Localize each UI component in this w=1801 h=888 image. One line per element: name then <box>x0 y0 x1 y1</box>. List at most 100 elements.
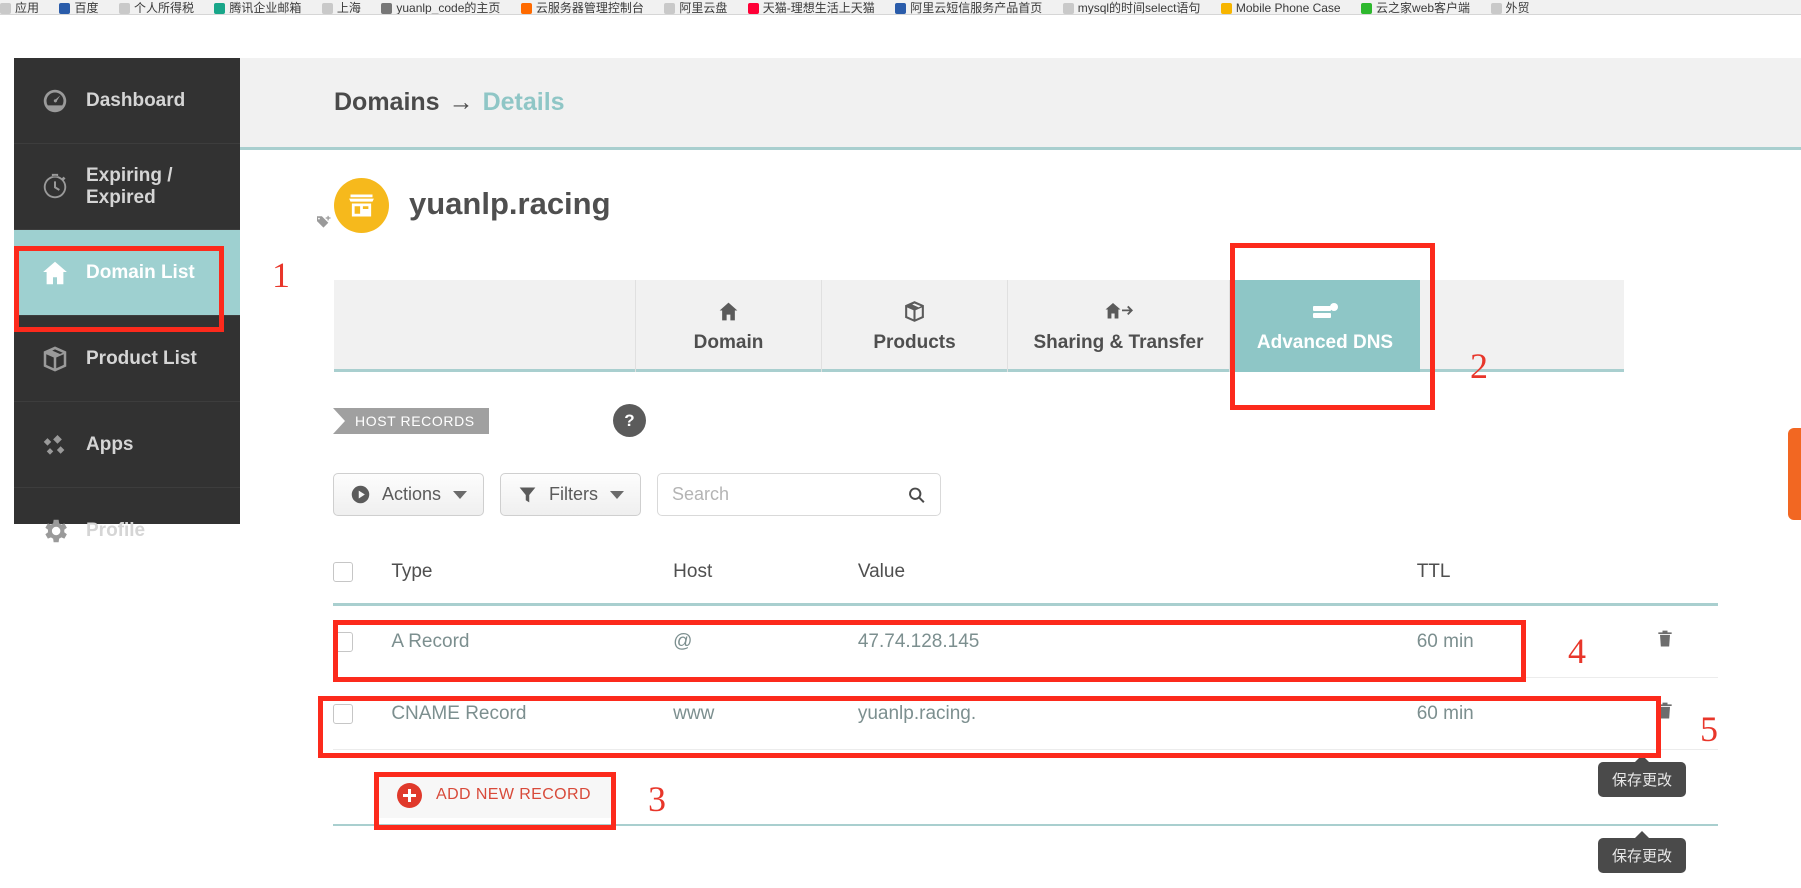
browser-bookmarks-bar: 应用 百度 个人所得税 腾讯企业邮箱 上海 yuanlp_code的主页 云服务… <box>0 0 1801 15</box>
cell-host: www <box>673 702 715 724</box>
bookmark-favicon <box>747 3 759 14</box>
bookmark-label: 百度 <box>74 1 99 15</box>
sidebar-item-label: Expiring / Expired <box>86 164 173 208</box>
bookmark-favicon <box>214 3 226 14</box>
help-icon: ? <box>624 410 635 430</box>
sidebar: Dashboard Expiring / Expired Domain List… <box>14 58 240 543</box>
bookmark-item[interactable]: Mobile Phone Case <box>1220 0 1341 14</box>
sidebar-item-product-list[interactable]: Product List <box>14 316 240 402</box>
table-row[interactable]: A Record @ 47.74.128.145 60 min <box>333 606 1718 678</box>
filters-button[interactable]: Filters <box>500 473 642 516</box>
actions-button[interactable]: Actions <box>333 473 485 516</box>
bookmark-favicon <box>0 3 11 14</box>
add-new-record-button[interactable]: ADD NEW RECORD <box>375 772 613 818</box>
trash-icon[interactable] <box>1655 700 1675 728</box>
search-input[interactable] <box>658 474 941 515</box>
annotation-number-2: 2 <box>1470 346 1488 386</box>
column-header-type: Type <box>391 560 433 582</box>
sidebar-item-expiring-expired[interactable]: Expiring / Expired <box>14 144 240 230</box>
sidebar-item-label: Dashboard <box>86 89 186 111</box>
bookmark-label: 阿里云盘 <box>679 1 728 15</box>
tab-advanced-dns[interactable]: Advanced DNS <box>1230 280 1420 372</box>
bookmark-label: mysql的时间select语句 <box>1077 1 1201 15</box>
home-icon <box>40 258 70 288</box>
bookmark-item[interactable]: 上海 <box>321 0 361 14</box>
bookmark-item[interactable]: 个人所得税 <box>118 0 194 14</box>
bookmark-label: yuanlp_code的主页 <box>396 1 501 15</box>
play-circle-icon <box>350 484 371 505</box>
tab-domain[interactable]: Domain <box>636 280 822 372</box>
plus-circle-icon <box>397 782 422 808</box>
select-all-cell <box>333 561 391 582</box>
cell-value: yuanlp.racing. <box>857 702 977 724</box>
sidebar-item-apps[interactable]: Apps <box>14 402 240 488</box>
sidebar-item-label: Profile <box>86 520 146 541</box>
bookmark-item[interactable]: 腾讯企业邮箱 <box>214 0 301 14</box>
box-icon <box>40 344 70 374</box>
bookmark-favicon <box>1361 3 1373 14</box>
tooltip-text: 保存更改 <box>1612 772 1673 789</box>
breadcrumb-root[interactable]: Domains <box>334 88 440 117</box>
sidebar-item-label: Product List <box>86 347 197 369</box>
actions-label: Actions <box>382 484 442 504</box>
tab-label: Advanced DNS <box>1256 332 1394 353</box>
cell-host: @ <box>673 630 693 652</box>
cell-delete[interactable] <box>1611 628 1718 656</box>
stopwatch-icon <box>40 172 70 202</box>
bookmark-favicon <box>321 3 333 14</box>
bookmark-item[interactable]: yuanlp_code的主页 <box>381 0 500 14</box>
house-transfer-icon <box>1104 298 1134 324</box>
dns-server-icon <box>1310 298 1340 324</box>
tab-label: Products <box>873 332 956 353</box>
bookmark-favicon <box>381 3 393 14</box>
bookmark-label: 腾讯企业邮箱 <box>229 1 302 15</box>
cell-ttl: 60 min <box>1416 702 1474 724</box>
records-toolbar: Actions Filters <box>333 473 942 516</box>
bookmark-item[interactable]: 阿里云短信服务产品首页 <box>895 0 1042 14</box>
row-checkbox[interactable] <box>333 631 353 652</box>
tab-bar-spacer <box>334 280 636 372</box>
bookmark-favicon <box>118 3 130 14</box>
feedback-tab[interactable] <box>1788 428 1801 520</box>
bookmark-item[interactable]: mysql的时间select语句 <box>1062 0 1201 15</box>
bookmark-item[interactable]: 阿里云盘 <box>664 0 727 14</box>
tab-bar-tail <box>1420 280 1624 372</box>
bookmark-favicon <box>59 3 71 14</box>
bookmark-item[interactable]: 百度 <box>59 0 98 14</box>
tooltip-text: 保存更改 <box>1612 848 1673 865</box>
search-icon[interactable] <box>906 485 927 511</box>
bookmark-favicon <box>664 3 676 14</box>
bookmark-item[interactable]: 天猫-理想生活上天猫 <box>747 0 875 14</box>
table-row[interactable]: CNAME Record www yuanlp.racing. 60 min <box>333 678 1718 750</box>
bookmark-item[interactable]: 云服务器管理控制台 <box>520 0 644 15</box>
annotation-number-1: 1 <box>272 255 290 295</box>
sidebar-item-domain-list[interactable]: Domain List <box>14 230 240 316</box>
bookmark-label: 云之家web客户端 <box>1376 1 1471 15</box>
breadcrumb-current[interactable]: Details <box>483 88 565 117</box>
trash-icon[interactable] <box>1655 628 1675 656</box>
sidebar-item-dashboard[interactable]: Dashboard <box>14 58 240 144</box>
filters-label: Filters <box>549 484 599 504</box>
add-tag-icon[interactable] <box>313 214 333 237</box>
help-button[interactable]: ? <box>613 404 646 437</box>
breadcrumb-separator-icon: → <box>448 88 474 116</box>
bookmark-label: 云服务器管理控制台 <box>535 1 644 15</box>
sidebar-item-profile[interactable]: Profile <box>14 488 240 574</box>
column-header-host: Host <box>673 560 713 582</box>
funnel-icon <box>517 484 538 505</box>
chevron-down-icon <box>610 490 625 499</box>
bookmark-favicon <box>520 3 532 14</box>
bookmark-item[interactable]: 外贸 <box>1490 0 1530 14</box>
sidebar-item-label: Domain List <box>86 261 195 283</box>
tab-products[interactable]: Products <box>822 280 1008 372</box>
tab-sharing-transfer[interactable]: Sharing & Transfer <box>1008 280 1230 372</box>
sidebar-item-label: Apps <box>86 433 134 455</box>
bookmark-label: 应用 <box>15 1 40 15</box>
select-all-checkbox[interactable] <box>333 561 353 582</box>
tab-bar: Domain Products Sharing & Transfer Advan… <box>334 280 1624 372</box>
bookmark-item[interactable]: 云之家web客户端 <box>1361 0 1470 14</box>
row-checkbox[interactable] <box>333 703 353 724</box>
search-box[interactable] <box>657 473 942 516</box>
page-title: yuanlp.racing <box>409 186 611 221</box>
bookmark-item[interactable]: 应用 <box>0 0 39 14</box>
